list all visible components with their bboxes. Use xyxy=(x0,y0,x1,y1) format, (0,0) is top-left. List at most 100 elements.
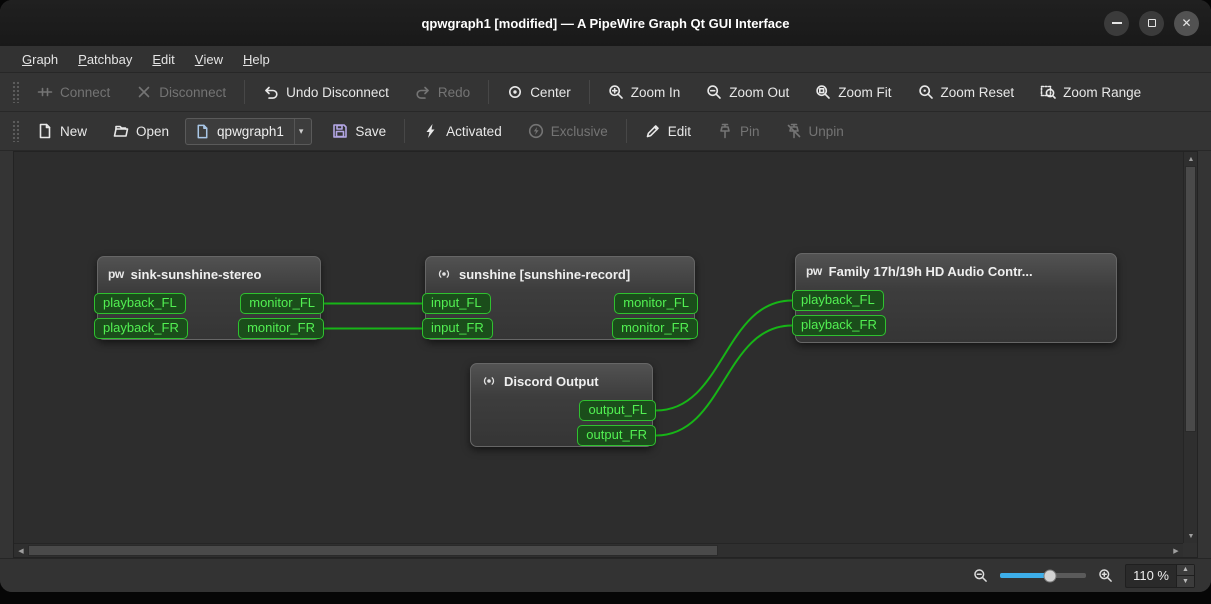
menu-graph[interactable]: Graph xyxy=(12,46,68,72)
menubar: Graph Patchbay Edit View Help xyxy=(0,46,1211,73)
toolbar-separator xyxy=(625,119,627,143)
center-icon xyxy=(509,86,522,98)
port-monitor-fl[interactable]: monitor_FL xyxy=(240,293,324,314)
node-header: sunshine [sunshine-record] xyxy=(426,257,694,289)
pin-label: Pin xyxy=(740,123,760,139)
zoom-out-button[interactable]: Zoom Out xyxy=(696,79,799,105)
activated-label: Activated xyxy=(446,123,502,139)
close-button[interactable]: ✕ xyxy=(1174,10,1199,36)
port-monitor-fr[interactable]: monitor_FR xyxy=(612,318,698,339)
node-sink-sunshine-stereo[interactable]: pw sink-sunshine-stereo playback_FL moni… xyxy=(94,256,324,340)
zoom-slider[interactable] xyxy=(1000,569,1087,582)
toolbar-drag-handle[interactable] xyxy=(12,81,19,103)
exclusive-lightning-icon xyxy=(528,123,543,139)
open-folder-icon xyxy=(113,125,129,137)
activated-toggle[interactable]: Activated xyxy=(413,118,512,144)
redo-label: Redo xyxy=(437,84,471,100)
port-playback-fl[interactable]: playback_FL xyxy=(792,290,884,311)
node-title: Family 17h/19h HD Audio Contr... xyxy=(828,263,1033,279)
zoom-in-button[interactable]: Zoom In xyxy=(598,79,691,105)
horizontal-scroll-thumb[interactable] xyxy=(28,545,718,556)
zoom-value[interactable]: 110 % xyxy=(1126,565,1176,587)
maximize-button[interactable] xyxy=(1139,10,1164,36)
open-button[interactable]: Open xyxy=(103,118,179,144)
window-controls: ✕ xyxy=(1104,0,1199,46)
titlebar: qpwgraph1 [modified] — A PipeWire Graph … xyxy=(0,0,1211,46)
center-label: Center xyxy=(530,84,571,100)
node-discord-output[interactable]: Discord Output output_FL output_FR xyxy=(470,363,656,447)
minimize-button[interactable] xyxy=(1104,10,1129,36)
session-file-icon xyxy=(197,124,208,138)
session-combo[interactable]: qpwgraph1 ▾ xyxy=(185,117,313,145)
spin-up-button[interactable]: ▲ xyxy=(1177,564,1194,576)
pin-icon xyxy=(720,123,730,139)
scrollbar-corner xyxy=(1183,543,1197,557)
zoom-reset-button[interactable]: Zoom Reset xyxy=(908,79,1025,105)
exclusive-toggle[interactable]: Exclusive xyxy=(518,118,618,144)
zoom-out-icon[interactable] xyxy=(973,568,988,583)
port-playback-fr[interactable]: playback_FR xyxy=(94,318,188,339)
toolbar-drag-handle[interactable] xyxy=(12,120,19,142)
save-label: Save xyxy=(355,123,387,139)
zoom-in-icon[interactable] xyxy=(1098,568,1113,583)
zoom-spinbox[interactable]: 110 % ▲ ▼ xyxy=(1125,563,1195,588)
undo-disconnect-button[interactable]: Undo Disconnect xyxy=(253,79,399,105)
port-monitor-fl[interactable]: monitor_FL xyxy=(614,293,698,314)
zoom-range-button[interactable]: Zoom Range xyxy=(1030,79,1151,105)
zoom-out-label: Zoom Out xyxy=(729,84,790,100)
scroll-right-arrow[interactable]: ▶ xyxy=(1169,544,1183,558)
chevron-down-icon: ▾ xyxy=(293,118,308,144)
node-family-hd-audio[interactable]: pw Family 17h/19h HD Audio Contr... play… xyxy=(792,253,1117,343)
spin-buttons: ▲ ▼ xyxy=(1176,564,1194,587)
redo-button[interactable]: Redo xyxy=(405,79,480,105)
scroll-up-arrow[interactable]: ▲ xyxy=(1184,152,1198,166)
audio-device-icon xyxy=(483,377,495,385)
edit-button[interactable]: Edit xyxy=(635,118,701,144)
scroll-down-arrow[interactable]: ▼ xyxy=(1184,529,1198,543)
new-button[interactable]: New xyxy=(27,118,97,144)
port-playback-fl[interactable]: playback_FL xyxy=(94,293,186,314)
window-title: qpwgraph1 [modified] — A PipeWire Graph … xyxy=(421,15,790,31)
toolbar-separator xyxy=(244,80,246,104)
connect-button[interactable]: Connect xyxy=(27,79,120,105)
port-monitor-fr[interactable]: monitor_FR xyxy=(238,318,324,339)
center-button[interactable]: Center xyxy=(497,79,581,105)
save-button[interactable]: Save xyxy=(322,118,396,144)
new-file-icon xyxy=(39,123,51,139)
unpin-button[interactable]: Unpin xyxy=(776,118,854,144)
vertical-scroll-thumb[interactable] xyxy=(1185,166,1196,432)
port-playback-fr[interactable]: playback_FR xyxy=(792,315,886,336)
port-output-fr[interactable]: output_FR xyxy=(577,425,656,446)
scroll-left-arrow[interactable]: ◀ xyxy=(14,544,28,558)
statusbar: 110 % ▲ ▼ xyxy=(0,558,1211,592)
node-header: pw Family 17h/19h HD Audio Contr... xyxy=(796,254,1116,286)
lightning-icon xyxy=(426,124,435,138)
menu-view[interactable]: View xyxy=(185,46,233,72)
session-combo-value: qpwgraph1 xyxy=(217,123,284,139)
port-input-fl[interactable]: input_FL xyxy=(422,293,491,314)
unpin-icon xyxy=(787,123,800,139)
disconnect-button[interactable]: Disconnect xyxy=(126,79,236,105)
zoom-fit-button[interactable]: Zoom Fit xyxy=(805,79,901,105)
redo-icon xyxy=(416,86,429,99)
menu-edit[interactable]: Edit xyxy=(142,46,184,72)
file-toolbar: New Open qpwgraph1 ▾ Save Activated Excl… xyxy=(0,112,1211,151)
spin-down-button[interactable]: ▼ xyxy=(1177,576,1194,587)
vertical-scrollbar[interactable]: ▲ ▼ xyxy=(1183,152,1197,543)
unpin-label: Unpin xyxy=(808,123,844,139)
pipewire-icon: pw xyxy=(108,267,124,281)
port-input-fr[interactable]: input_FR xyxy=(422,318,493,339)
zoom-slider-handle[interactable] xyxy=(1043,569,1057,582)
pin-button[interactable]: Pin xyxy=(707,118,770,144)
node-sunshine-record[interactable]: sunshine [sunshine-record] input_FL moni… xyxy=(422,256,698,340)
menu-help[interactable]: Help xyxy=(233,46,280,72)
menu-patchbay[interactable]: Patchbay xyxy=(68,46,142,72)
horizontal-scrollbar[interactable]: ◀ ▶ xyxy=(14,543,1183,557)
port-output-fl[interactable]: output_FL xyxy=(579,400,656,421)
zoom-in-label: Zoom In xyxy=(630,84,681,100)
zoom-fit-label: Zoom Fit xyxy=(838,84,892,100)
new-label: New xyxy=(60,123,88,139)
graph-canvas[interactable]: pw sink-sunshine-stereo playback_FL moni… xyxy=(14,152,1183,543)
connection-wires[interactable] xyxy=(14,152,1183,543)
graph-toolbar: Connect Disconnect Undo Disconnect Redo … xyxy=(0,73,1211,112)
